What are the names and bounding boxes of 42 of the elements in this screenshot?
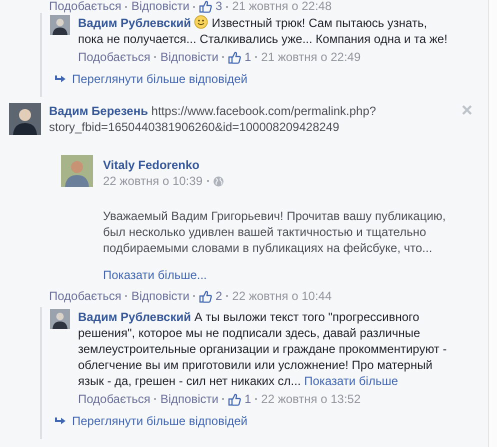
author-link[interactable]: Vitaly Fedorenko [103, 157, 458, 173]
timestamp[interactable]: 22 жовтня о 10:39 [103, 173, 202, 189]
reply-link[interactable]: Відповісти [160, 49, 218, 65]
reply-arrow-icon [55, 74, 66, 84]
author-link[interactable]: Вадим Рублевский [78, 310, 191, 324]
timestamp[interactable]: 21 жовтня о 22:48 [232, 0, 332, 13]
globe-icon [212, 176, 224, 186]
like-link[interactable]: Подобається [78, 49, 150, 65]
reply-arrow-icon [55, 416, 66, 426]
like-link[interactable]: Подобається [49, 288, 122, 304]
comment-text: Вадим Рублевский Известный трюк! Сам пытаюсь узнать, пока не получается... Сталкивались уже... Компания одна и та же! [78, 15, 448, 47]
thumbs-up-icon [199, 0, 212, 13]
avatar [9, 103, 41, 135]
timestamp[interactable]: 21 жовтня о 22:49 [261, 49, 361, 65]
like-link[interactable]: Подобається [78, 391, 150, 407]
like-link[interactable]: Подобається [49, 0, 122, 13]
like-count: 3 [215, 0, 222, 13]
scrollbar[interactable] [488, 0, 497, 447]
like-count: 1 [244, 391, 252, 407]
like-count: 1 [244, 49, 252, 65]
author-link[interactable]: Вадим Березень [49, 104, 148, 118]
thumbs-up-icon [199, 290, 212, 302]
more-replies-link[interactable]: Переглянути більше відповідей [72, 71, 248, 87]
comment-text: Вадим Рублевский А ты выложи текст того "прогрессивного решения", которое мы не подписали здесь, давай различные землеустроительные организации и граждане прокомментируют - облегчение вы им приготовили или усложнение! Про матерный язык - да, грешен - сил нет никаких сл... Показати більше [78, 309, 448, 389]
avatar [61, 155, 93, 187]
show-more-link[interactable]: Показати більше [304, 374, 398, 388]
reply-link[interactable]: Відповісти [160, 391, 218, 407]
post-text: Уважаемый Вадим Григорьевич! Прочитав вашу публикацию, был несколько удивлен вашей тактичностью и тщательно подбираемыми словами в публикациях на фейсбуке, что... [103, 208, 447, 256]
avatar [50, 15, 70, 35]
avatar [50, 309, 70, 329]
like-count: 2 [215, 288, 222, 304]
timestamp[interactable]: 22 жовтня о 10:44 [232, 288, 332, 304]
thumbs-up-icon [228, 50, 242, 64]
reply-link[interactable]: Відповісти [131, 288, 190, 304]
close-icon[interactable] [462, 105, 472, 115]
author-link[interactable]: Вадим Рублевский [78, 16, 191, 30]
show-more-link[interactable]: Показати більше... [103, 267, 458, 283]
reply-link[interactable]: Відповісти [131, 0, 190, 13]
comment-text: Вадим Березень https://www.facebook.com/permalink.php?story_fbid=1650440381906260&id=100008209428249 [49, 103, 378, 135]
thumbs-up-icon [228, 392, 242, 406]
more-replies-link[interactable]: Переглянути більше відповідей [72, 413, 248, 429]
timestamp[interactable]: 22 жовтня о 13:52 [261, 391, 361, 407]
